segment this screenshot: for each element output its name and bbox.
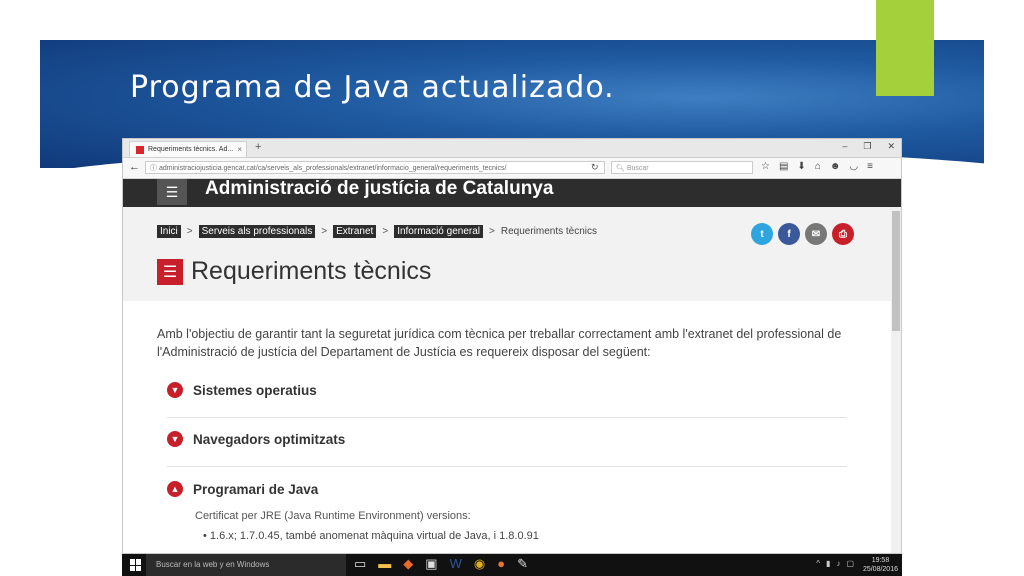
clock[interactable]: 19:58 25/08/2016: [863, 556, 898, 574]
home-icon[interactable]: ⌂: [815, 161, 821, 172]
page-title: Requeriments tècnics: [191, 257, 432, 285]
accordion-label: Navegadors optimitzats: [193, 431, 346, 447]
site-title[interactable]: Administració de justícia de Catalunya: [205, 179, 553, 199]
accordion-navegadors[interactable]: ▼ Navegadors optimitzats: [167, 428, 847, 467]
clock-time: 19:58: [871, 557, 890, 564]
breadcrumb-separator: >: [382, 226, 389, 237]
breadcrumb-extranet[interactable]: Extranet: [333, 225, 377, 238]
accordion-label: Programari de Java: [193, 481, 319, 497]
task-view-icon[interactable]: ▭: [354, 556, 366, 572]
tray-chevron-icon[interactable]: ^: [816, 559, 820, 568]
accordion-sistemes[interactable]: ▼ Sistemes operatius: [167, 379, 847, 418]
breadcrumb-separator: >: [489, 226, 495, 237]
windows-taskbar: Buscar en la web y en Windows ▭ ▬ ◆ ▣ W …: [122, 554, 902, 576]
page-header-area: Inici > Serveis als professionals > Extr…: [123, 207, 891, 301]
taskbar-search[interactable]: Buscar en la web y en Windows: [146, 554, 346, 576]
accordion-java[interactable]: ▲ Programari de Java Certificat per JRE …: [167, 478, 847, 542]
url-bar[interactable]: ⓘ administraciojusticia.gencat.cat/ca/se…: [145, 161, 605, 174]
windows-start-icon[interactable]: [130, 559, 142, 571]
download-icon[interactable]: ⬇: [797, 161, 805, 172]
store-icon[interactable]: ▣: [425, 556, 437, 572]
clock-date: 25/08/2016: [862, 566, 898, 573]
volume-icon[interactable]: ♪: [836, 559, 840, 568]
heading-list-icon: ☰: [157, 258, 183, 285]
divider: [167, 417, 847, 418]
notification-icon[interactable]: ▢: [846, 559, 854, 568]
chrome-icon[interactable]: ◉: [474, 556, 485, 572]
app-icon[interactable]: ◆: [403, 556, 413, 572]
chat-icon[interactable]: ☻: [830, 161, 841, 172]
reading-list-icon[interactable]: ▤: [779, 161, 788, 172]
chevron-up-icon: ▲: [167, 481, 183, 497]
divider: [167, 466, 847, 467]
close-window-icon[interactable]: ✕: [887, 141, 895, 152]
social-share: t f ✉ ⎙: [751, 223, 854, 245]
slide-accent-tab: [876, 0, 934, 96]
java-versions: • 1.6.x; 1.7.0.45, també anomenat màquin…: [203, 530, 539, 542]
paint-icon[interactable]: ✎: [517, 556, 528, 572]
menu-icon[interactable]: ≡: [867, 161, 873, 172]
minimize-icon[interactable]: –: [842, 141, 847, 152]
page-content: Inici > Serveis als professionals > Extr…: [123, 207, 891, 553]
site-menu-button[interactable]: ☰: [157, 179, 187, 205]
facebook-icon[interactable]: f: [778, 223, 800, 245]
site-header: ☰ Administració de justícia de Catalunya: [123, 179, 901, 209]
network-icon[interactable]: ▮: [826, 559, 830, 568]
browser-window: Requeriments tècnics. Ad... × + – ❐ ✕ ← …: [122, 138, 902, 554]
search-input[interactable]: 🔍︎ Buscar: [611, 161, 753, 174]
close-tab-icon[interactable]: ×: [237, 145, 242, 154]
page-heading: ☰ Requeriments tècnics: [157, 257, 431, 286]
chevron-down-icon: ▼: [167, 431, 183, 447]
tab-title: Requeriments tècnics. Ad...: [148, 146, 234, 153]
window-controls: – ❐ ✕: [842, 141, 895, 152]
scrollbar-thumb[interactable]: [892, 211, 900, 331]
maximize-icon[interactable]: ❐: [863, 141, 871, 152]
accordion-label: Sistemes operatius: [193, 382, 317, 398]
breadcrumb-current: Requeriments tècnics: [500, 226, 598, 237]
tab-bar: Requeriments tècnics. Ad... × + – ❐ ✕: [123, 139, 901, 158]
breadcrumb-separator: >: [186, 226, 193, 237]
word-icon[interactable]: W: [450, 556, 462, 572]
firefox-icon[interactable]: ●: [497, 556, 505, 572]
breadcrumb-informacio[interactable]: Informació general: [394, 225, 484, 238]
breadcrumb-inici[interactable]: Inici: [157, 225, 181, 238]
url-text: administraciojusticia.gencat.cat/ca/serv…: [158, 165, 507, 172]
breadcrumb: Inici > Serveis als professionals > Extr…: [157, 225, 597, 238]
breadcrumb-serveis[interactable]: Serveis als professionals: [198, 225, 316, 238]
pocket-icon[interactable]: ◡: [849, 161, 858, 172]
favicon-icon: [136, 145, 144, 154]
taskbar-apps: ▭ ▬ ◆ ▣ W ◉ ● ✎: [354, 556, 528, 572]
navigation-bar: ← ⓘ administraciojusticia.gencat.cat/ca/…: [123, 158, 901, 179]
email-icon[interactable]: ✉: [805, 223, 827, 245]
reload-icon[interactable]: ↻: [591, 162, 599, 173]
breadcrumb-separator: >: [321, 226, 328, 237]
file-explorer-icon[interactable]: ▬: [378, 556, 391, 572]
system-tray: ^ ▮ ♪ ▢: [816, 559, 854, 568]
print-icon[interactable]: ⎙: [832, 223, 854, 245]
back-arrow-icon[interactable]: ←: [129, 161, 140, 173]
search-placeholder: Buscar: [626, 165, 649, 172]
new-tab-button[interactable]: +: [255, 141, 261, 153]
browser-tab[interactable]: Requeriments tècnics. Ad... ×: [129, 141, 247, 157]
toolbar-icons: ☆ ▤ ⬇ ⌂ ☻ ◡ ≡: [761, 161, 873, 172]
java-description: Certificat per JRE (Java Runtime Environ…: [195, 510, 471, 522]
twitter-icon[interactable]: t: [751, 223, 773, 245]
chevron-down-icon: ▼: [167, 382, 183, 398]
intro-text: Amb l'objectiu de garantir tant la segur…: [157, 327, 842, 359]
star-icon[interactable]: ☆: [761, 161, 770, 172]
slide-title: Programa de Java actualizado.: [130, 70, 615, 105]
